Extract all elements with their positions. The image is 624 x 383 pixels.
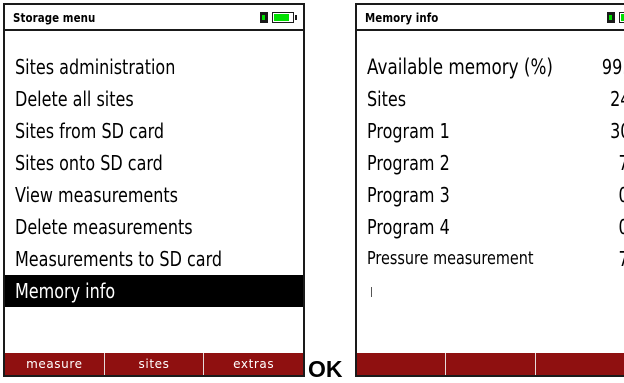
info-row-program-1: Program 1 30 (357, 115, 624, 147)
info-value: 7 (619, 243, 624, 275)
softkey-middle[interactable] (445, 353, 535, 375)
softkey-extras[interactable]: extras (203, 353, 303, 375)
memory-info-table: Available memory (%) 99.6 Sites 24 Progr… (357, 51, 624, 275)
storage-menu-softkey-bar: measure sites extras (5, 353, 303, 375)
menu-item-delete-all-sites[interactable]: Delete all sites (5, 83, 303, 115)
info-value: 24 (609, 87, 624, 111)
info-row-pressure-measurement: Pressure measurement 7 (357, 243, 624, 275)
storage-menu-titlebar: Storage menu (5, 5, 303, 31)
info-value: 0 (619, 211, 624, 243)
info-row-program-4: Program 4 0 (357, 211, 624, 243)
storage-menu-title: Storage menu (13, 10, 96, 25)
info-value: 30 (609, 119, 624, 143)
info-row-program-2: Program 2 7 (357, 147, 624, 179)
power-plug-icon (607, 12, 615, 23)
info-value: 7 (619, 147, 624, 179)
menu-item-delete-measurements[interactable]: Delete measurements (5, 211, 303, 243)
memory-info-title: Memory info (365, 10, 439, 25)
softkey-left[interactable] (357, 353, 446, 375)
ok-key-label: OK (308, 356, 343, 382)
storage-menu-screen: Storage menu Sites administration Delete… (3, 3, 305, 377)
text-cursor (371, 287, 372, 297)
memory-info-titlebar: Memory info (357, 5, 624, 31)
menu-item-measurements-to-sd-card[interactable]: Measurements to SD card (5, 243, 303, 275)
softkey-sites[interactable]: sites (103, 353, 204, 375)
memory-info-screen: Memory info Available memory (%) 99.6 Si… (355, 3, 624, 377)
menu-item-memory-info[interactable]: Memory info (5, 275, 303, 307)
info-row-available-memory: Available memory (%) 99.6 (357, 51, 624, 83)
softkey-right[interactable] (534, 353, 624, 375)
softkey-measure[interactable]: measure (5, 353, 104, 375)
memory-info-softkey-bar (357, 353, 624, 375)
info-value: 99.6 (602, 55, 624, 79)
info-row-program-3: Program 3 0 (357, 179, 624, 211)
power-plug-icon (260, 12, 268, 23)
menu-item-view-measurements[interactable]: View measurements (5, 179, 303, 211)
menu-item-sites-onto-sd-card[interactable]: Sites onto SD card (5, 147, 303, 179)
menu-item-sites-administration[interactable]: Sites administration (5, 51, 303, 83)
info-row-sites: Sites 24 (357, 83, 624, 115)
storage-menu-list: Sites administration Delete all sites Si… (5, 51, 303, 307)
menu-item-sites-from-sd-card[interactable]: Sites from SD card (5, 115, 303, 147)
info-value: 0 (619, 179, 624, 211)
